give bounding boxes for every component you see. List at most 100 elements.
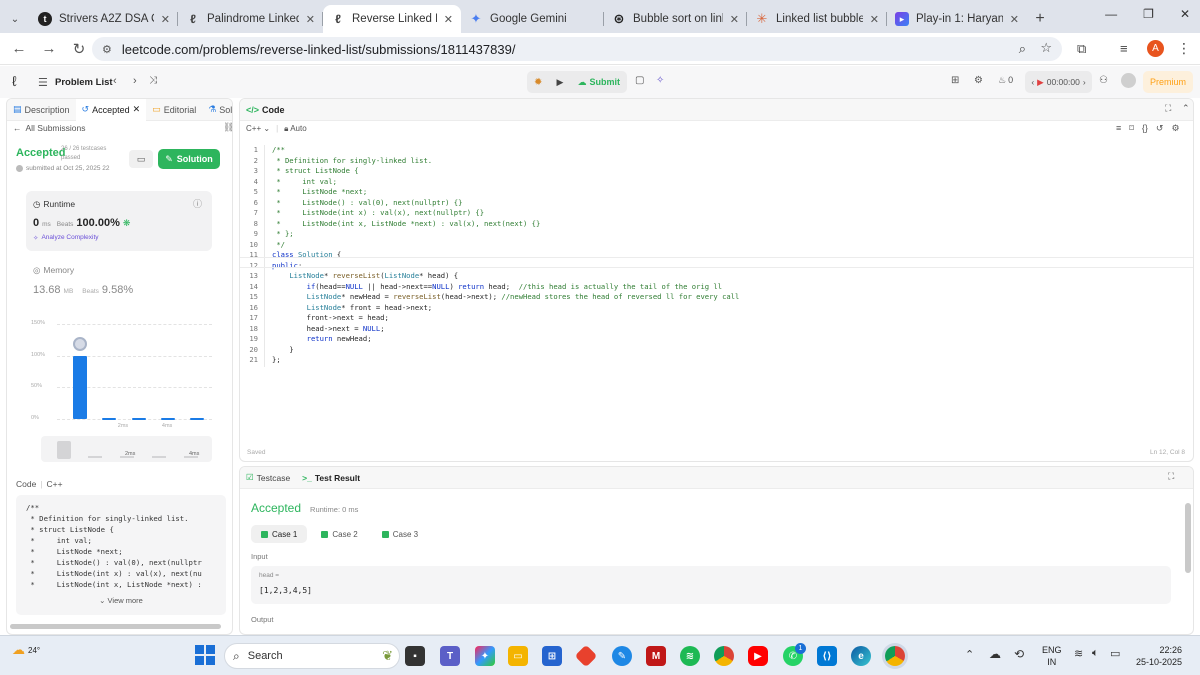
leetcode-logo-icon[interactable]: ℓ (12, 73, 17, 89)
layout-icon[interactable]: ⊞ (951, 75, 959, 86)
view-more-button[interactable]: ⌄ View more (16, 596, 226, 605)
close-tab-icon[interactable]: ✕ (306, 13, 315, 26)
case-tab-1[interactable]: Case 1 (251, 525, 308, 543)
copilot-icon[interactable]: ✦ (475, 646, 495, 666)
minimize-icon[interactable]: — (1105, 7, 1117, 21)
ai-assist-icon[interactable]: ✧ (656, 75, 664, 86)
tab-code[interactable]: </> Code (240, 105, 291, 115)
onedrive-icon[interactable]: ☁ (989, 647, 1001, 661)
chart-bar[interactable] (160, 417, 175, 420)
next-problem-icon[interactable]: › (133, 75, 137, 87)
bookmark-star-icon[interactable]: ☆ (1040, 40, 1052, 56)
premium-button[interactable]: Premium (1143, 71, 1193, 93)
tab-test-result[interactable]: >_ Test Result (296, 473, 366, 483)
chart-bar[interactable] (102, 417, 117, 420)
tab-editorial[interactable]: ▭ Editorial (146, 104, 202, 115)
volume-icon[interactable]: 🔈︎ (1092, 647, 1099, 660)
notes-button[interactable]: ▭ (129, 150, 153, 168)
settings-gear-icon[interactable]: ⚙ (974, 75, 983, 86)
windows-start-icon[interactable] (195, 645, 215, 665)
back-icon[interactable]: ← (4, 40, 34, 57)
clock[interactable]: 22:26 25-10-2025 (1136, 644, 1182, 668)
streak-counter[interactable]: ♨ 0 (998, 75, 1013, 86)
new-tab-button[interactable]: + (1027, 5, 1053, 33)
forward-icon[interactable]: → (34, 40, 64, 57)
tray-expand-icon[interactable]: ⌃ (965, 648, 974, 661)
url-field[interactable]: ⚙ leetcode.com/problems/reverse-linked-l… (92, 37, 1062, 61)
case-tab-2[interactable]: Case 2 (311, 525, 367, 543)
reset-icon[interactable]: ↺ (1156, 123, 1164, 134)
extensions-icon[interactable]: ⧉ (1077, 41, 1086, 57)
add-friend-icon[interactable]: ⚇ (1099, 75, 1108, 86)
all-submissions-link[interactable]: ← All Submissions (13, 123, 86, 133)
reading-list-icon[interactable]: ≡ (1120, 41, 1128, 56)
fullscreen-icon[interactable]: ⛶ (1165, 103, 1171, 114)
submit-button[interactable]: ☁ Submit (577, 77, 620, 88)
youtube-icon[interactable]: ▶ (748, 646, 768, 666)
microsoft-store-icon[interactable]: ⊞ (542, 646, 562, 666)
sync-icon[interactable]: ⟲ (1014, 647, 1024, 661)
prev-problem-icon[interactable]: ‹ (113, 75, 117, 87)
note-icon[interactable]: ▢ (635, 75, 644, 86)
tab-search-chevron-icon[interactable]: ⌄ (0, 5, 30, 33)
tab-accepted[interactable]: ↺ Accepted ✕ (75, 99, 147, 121)
reload-icon[interactable]: ↻ (64, 40, 94, 58)
problem-list-link[interactable]: Problem List (55, 77, 113, 88)
language-indicator[interactable]: ENG IN (1042, 644, 1062, 668)
close-tab-icon[interactable]: ✕ (870, 13, 879, 26)
browser-menu-icon[interactable]: ⋮ (1177, 40, 1191, 57)
browser-tab-active[interactable]: ℓ Reverse Linked List - ✕ (323, 5, 461, 33)
debug-icon[interactable]: ✹ (534, 77, 542, 88)
shuffle-icon[interactable]: ⤨ (149, 75, 157, 86)
chart-bar[interactable] (131, 417, 146, 420)
bookmark-icon[interactable]: ⌑ (1129, 123, 1134, 134)
close-tab-icon[interactable]: ✕ (161, 13, 170, 26)
browser-tab[interactable]: ✦ Google Gemini (461, 5, 604, 33)
share-link-icon[interactable]: ⛓ (223, 122, 232, 133)
collapse-icon[interactable]: ⌃ (1182, 103, 1190, 114)
mcafee-icon[interactable]: M (646, 646, 666, 666)
vscode-icon[interactable]: ⟨⟩ (817, 646, 837, 666)
close-icon[interactable]: ✕ (133, 104, 141, 115)
browser-tab[interactable]: ℓ Palindrome Linked Li ✕ (178, 5, 323, 33)
range-handle[interactable] (57, 441, 71, 459)
tab-description[interactable]: ▤ Description (7, 104, 76, 115)
close-window-icon[interactable]: ✕ (1180, 7, 1190, 21)
restore-icon[interactable]: ❐ (1143, 7, 1154, 21)
site-settings-icon[interactable]: ⚙ (102, 43, 112, 56)
taskbar-search[interactable]: ⌕ Search ❦ (224, 643, 400, 669)
memory-stats[interactable]: 13.68 MB Beats 9.58% (33, 284, 133, 296)
chrome-profile-icon[interactable] (885, 646, 905, 666)
info-icon[interactable]: ⓘ (193, 197, 202, 210)
code-area[interactable]: 1 2 3 4 5 6 7 8 9 10 11 12 13 14 15 16 17 18 19 20 21 /** * … (240, 145, 739, 367)
solution-button[interactable]: ✎ Solution (158, 149, 220, 169)
auto-mode[interactable]: 🔒︎ Auto (284, 124, 307, 134)
zoom-icon[interactable]: ⌕ (1019, 41, 1026, 57)
weather-widget[interactable]: ☁ 24° (12, 642, 40, 658)
code-preview[interactable]: /** * Definition for singly-linked list.… (16, 495, 226, 615)
wifi-icon[interactable]: ≋ (1074, 647, 1083, 660)
runtime-card[interactable]: ◷ Runtime ⓘ 0 ms Beats 100.00% ❋ ✧ Analyze… (26, 191, 212, 251)
browser-tab[interactable]: ✳ Linked list bubble so ✕ (747, 5, 887, 33)
settings-icon[interactable]: ⚙ (1171, 123, 1179, 134)
chrome-icon[interactable] (714, 646, 734, 666)
edge-icon[interactable]: e (851, 646, 871, 666)
browser-tab[interactable]: t Strivers A2Z DSA Co ✕ (30, 5, 178, 33)
timer-widget[interactable]: ‹ ▶ 00:00:00 › (1025, 71, 1092, 93)
tab-solutions[interactable]: ⚗Soluti (202, 104, 232, 115)
git-icon[interactable] (574, 644, 598, 668)
braces-icon[interactable]: {} (1142, 123, 1148, 134)
profile-avatar[interactable]: A (1147, 40, 1164, 57)
app-icon[interactable]: ✎ (612, 646, 632, 666)
chart-bar[interactable] (190, 417, 205, 420)
teams-icon[interactable]: T (440, 646, 460, 666)
language-select[interactable]: C++ ⌄ (246, 124, 270, 134)
fullscreen-icon[interactable]: ⛶ (1168, 471, 1174, 482)
task-view-icon[interactable]: ▪ (405, 646, 425, 666)
close-tab-icon[interactable]: ✕ (444, 13, 453, 26)
format-icon[interactable]: ≡ (1116, 123, 1121, 134)
spotify-icon[interactable]: ≋ (680, 646, 700, 666)
analyze-complexity-link[interactable]: ✧ Analyze Complexity (33, 234, 99, 242)
case-tab-3[interactable]: Case 3 (372, 525, 428, 543)
horizontal-scrollbar[interactable] (10, 624, 221, 629)
